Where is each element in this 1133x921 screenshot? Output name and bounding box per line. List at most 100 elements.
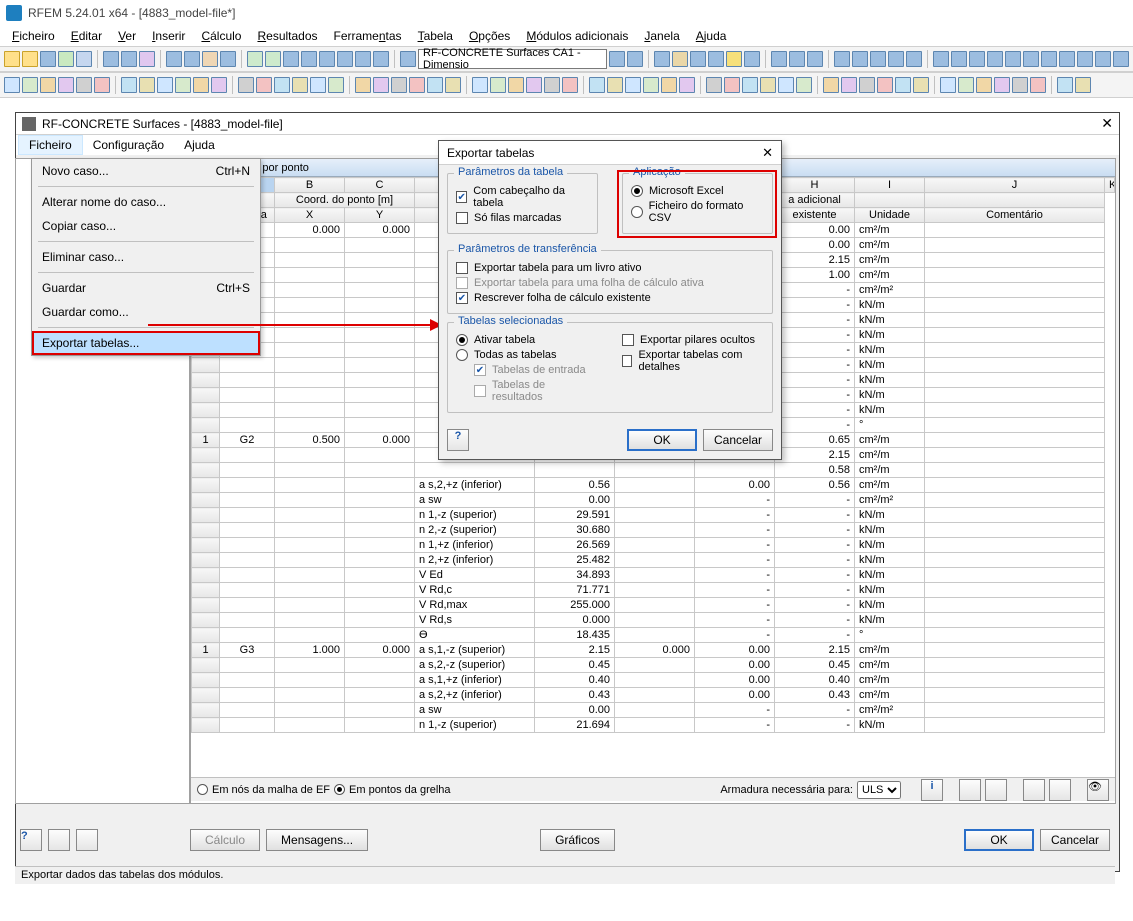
tb-icon[interactable] <box>139 77 155 93</box>
dialog-close-icon[interactable]: ✕ <box>762 145 773 161</box>
table-row[interactable]: a sw0.00--cm²/m² <box>192 493 1115 508</box>
tb-icon[interactable] <box>643 77 659 93</box>
eye-btn[interactable]: 👁 <box>1087 779 1109 801</box>
table-row[interactable]: V Rd,max255.000--kN/m <box>192 598 1115 613</box>
tb-icon[interactable] <box>760 77 776 93</box>
menu-ferramentas[interactable]: Ferramentas <box>326 27 410 45</box>
submenu-ficheiro[interactable]: Ficheiro <box>18 135 83 155</box>
tb-icon[interactable] <box>4 77 20 93</box>
tb-icon[interactable] <box>609 51 625 67</box>
tb-icon[interactable] <box>103 51 119 67</box>
chk-rewrite[interactable]: ✔Rescrever folha de cálculo existente <box>456 292 764 304</box>
filter-btn-4[interactable] <box>1049 779 1071 801</box>
col-K[interactable]: K <box>1105 178 1115 193</box>
tb-icon[interactable] <box>987 51 1003 67</box>
table-row[interactable]: n 2,-z (superior)30.680--kN/m <box>192 523 1115 538</box>
tb-icon[interactable] <box>1113 51 1129 67</box>
tb-icon[interactable] <box>744 51 760 67</box>
filter-btn-1[interactable] <box>959 779 981 801</box>
tb-icon[interactable] <box>562 77 578 93</box>
menu-janela[interactable]: Janela <box>636 27 687 45</box>
rdo-csv[interactable]: Ficheiro do formato CSV <box>631 200 764 224</box>
table-row[interactable]: a s,2,+z (inferior)0.560.000.56cm²/m <box>192 478 1115 493</box>
ok-button[interactable]: OK <box>964 829 1034 851</box>
tb-icon[interactable] <box>202 51 218 67</box>
tb-icon[interactable] <box>472 77 488 93</box>
tb-icon[interactable] <box>427 77 443 93</box>
toolbar-combo[interactable]: RF-CONCRETE Surfaces CA1 - Dimensio <box>418 49 607 69</box>
tb-icon[interactable] <box>544 77 560 93</box>
btn-aux2[interactable] <box>76 829 98 851</box>
tb-icon[interactable] <box>823 77 839 93</box>
close-icon[interactable]: ✕ <box>1101 115 1113 132</box>
menu-ver[interactable]: Ver <box>110 27 144 45</box>
submenu-config[interactable]: Configuração <box>83 136 174 154</box>
tb-icon[interactable] <box>355 77 371 93</box>
mi-novo[interactable]: Novo caso...Ctrl+N <box>32 159 260 183</box>
tb-icon[interactable] <box>834 51 850 67</box>
menu-resultados[interactable]: Resultados <box>249 27 325 45</box>
tb-icon[interactable] <box>1012 77 1028 93</box>
tb-icon[interactable] <box>310 77 326 93</box>
tb-icon[interactable] <box>1041 51 1057 67</box>
tb-icon[interactable] <box>355 51 371 67</box>
table-row[interactable]: 0.58cm²/m <box>192 463 1115 478</box>
table-row[interactable]: n 2,+z (inferior)25.482--kN/m <box>192 553 1115 568</box>
col-I[interactable]: I <box>855 178 925 193</box>
tb-icon[interactable] <box>888 51 904 67</box>
tb-icon[interactable] <box>1057 77 1073 93</box>
menu-modulos[interactable]: Módulos adicionais <box>518 27 636 45</box>
tb-icon[interactable] <box>625 77 641 93</box>
rdo-active-table[interactable]: Ativar tabela <box>456 334 598 346</box>
tb-icon[interactable] <box>859 77 875 93</box>
tb-icon[interactable] <box>690 51 706 67</box>
info-button[interactable]: i <box>921 779 943 801</box>
tb-icon[interactable] <box>706 77 722 93</box>
menu-inserir[interactable]: Inserir <box>144 27 193 45</box>
tb-icon[interactable] <box>391 77 407 93</box>
submenu-ajuda[interactable]: Ajuda <box>174 136 225 154</box>
table-row[interactable]: V Rd,s0.000--kN/m <box>192 613 1115 628</box>
tb-icon[interactable] <box>247 51 263 67</box>
tb-icon[interactable] <box>789 51 805 67</box>
rdo-all-tables[interactable]: Todas as tabelas <box>456 349 598 361</box>
tb-icon[interactable] <box>870 51 886 67</box>
chk-hidden-cols[interactable]: Exportar pilares ocultos <box>622 334 764 346</box>
tb-icon[interactable] <box>490 77 506 93</box>
tb-icon[interactable] <box>301 51 317 67</box>
tb-icon[interactable] <box>40 77 56 93</box>
tb-icon[interactable] <box>22 51 38 67</box>
tb-icon[interactable] <box>807 51 823 67</box>
tb-icon[interactable] <box>58 77 74 93</box>
menu-opcoes[interactable]: Opções <box>461 27 518 45</box>
chk-active-book[interactable]: Exportar tabela para um livro ativo <box>456 262 764 274</box>
col-B[interactable]: B <box>275 178 345 193</box>
table-row[interactable]: ϴ18.435--° <box>192 628 1115 643</box>
table-row[interactable]: a sw0.00--cm²/m² <box>192 703 1115 718</box>
chk-detail-tables[interactable]: Exportar tabelas com detalhes <box>622 349 764 373</box>
tb-icon[interactable] <box>708 51 724 67</box>
tb-icon[interactable] <box>121 77 137 93</box>
radio-nos[interactable] <box>197 784 208 795</box>
tb-icon[interactable] <box>373 77 389 93</box>
tb-icon[interactable] <box>1023 51 1039 67</box>
table-row[interactable]: n 1,+z (inferior)26.569--kN/m <box>192 538 1115 553</box>
tb-icon[interactable] <box>913 77 929 93</box>
graphics-button[interactable]: Gráficos <box>540 829 615 851</box>
tb-icon[interactable] <box>742 77 758 93</box>
tb-icon[interactable] <box>265 51 281 67</box>
tb-icon[interactable] <box>679 77 695 93</box>
col-J[interactable]: J <box>925 178 1105 193</box>
table-row[interactable]: V Ed34.893--kN/m <box>192 568 1115 583</box>
tb-icon[interactable] <box>445 77 461 93</box>
tb-icon[interactable] <box>328 77 344 93</box>
tb-icon[interactable] <box>1077 51 1093 67</box>
btn-aux1[interactable] <box>48 829 70 851</box>
col-C[interactable]: C <box>345 178 415 193</box>
tb-icon[interactable] <box>1075 77 1091 93</box>
tb-icon[interactable] <box>94 77 110 93</box>
chk-marked[interactable]: Só filas marcadas <box>456 212 589 224</box>
dialog-cancel-button[interactable]: Cancelar <box>703 429 773 451</box>
tb-icon[interactable] <box>877 77 893 93</box>
tb-icon[interactable] <box>508 77 524 93</box>
